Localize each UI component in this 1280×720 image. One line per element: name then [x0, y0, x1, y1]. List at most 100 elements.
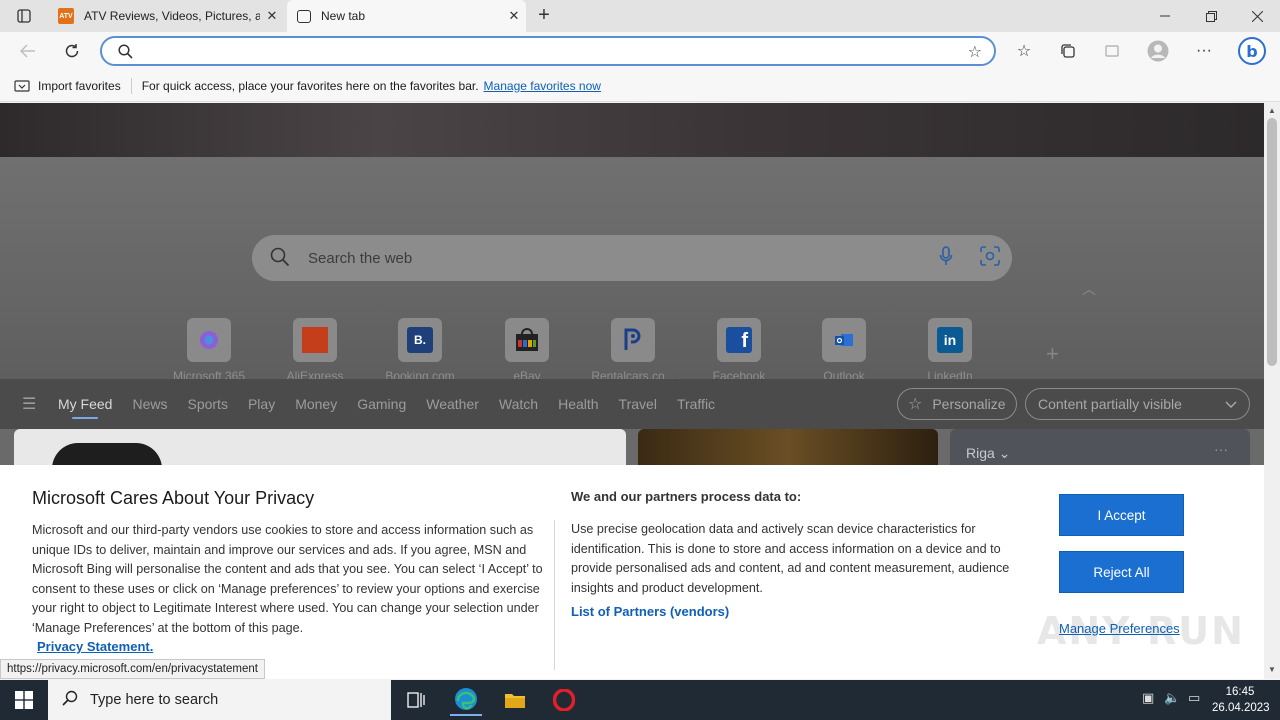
windows-taskbar: Type here to search ▣ 🔈 ▭ 16:45 26.04.20…	[0, 680, 1280, 720]
manage-preferences-link[interactable]: Manage Preferences	[1059, 621, 1180, 636]
clock-date: 26.04.2023	[1212, 702, 1270, 714]
scroll-down-icon[interactable]: ▼	[1264, 665, 1280, 674]
search-icon	[270, 247, 294, 270]
volume-icon[interactable]: 🔈	[1164, 690, 1180, 706]
taskbar-search-placeholder: Type here to search	[90, 692, 219, 708]
feed-tab-travel[interactable]: Travel	[619, 396, 657, 412]
import-favorites-label: Import favorites	[38, 78, 121, 93]
web-search-placeholder: Search the web	[308, 249, 413, 267]
booking-icon: B.	[398, 318, 442, 362]
feed-tab-play[interactable]: Play	[248, 396, 275, 412]
scroll-up-icon[interactable]: ▲	[1264, 106, 1280, 115]
bing-copilot-icon[interactable]: b	[1236, 37, 1268, 65]
new-tab-icon	[297, 9, 311, 23]
task-view-icon[interactable]	[400, 684, 432, 716]
divider	[554, 520, 555, 670]
accept-button[interactable]: I Accept	[1059, 494, 1184, 536]
restore-icon[interactable]	[1188, 0, 1234, 32]
quick-link-ebay[interactable]: eBay	[482, 318, 572, 383]
import-favorites-button[interactable]: Import favorites	[14, 79, 121, 93]
feed-card[interactable]	[638, 429, 938, 469]
feed-tab-gaming[interactable]: Gaming	[357, 396, 406, 412]
personalize-button[interactable]: ☆ Personalize	[897, 388, 1017, 420]
partners-heading: We and our partners process data to:	[571, 489, 802, 504]
feed-tab-traffic[interactable]: Traffic	[677, 396, 715, 412]
start-button[interactable]	[0, 680, 48, 720]
content-visibility-value: Content partially visible	[1038, 396, 1182, 412]
collapse-caret-icon[interactable]: ︿	[1082, 279, 1096, 299]
add-favorite-icon[interactable]: ☆	[968, 42, 982, 62]
feed-tab-money[interactable]: Money	[295, 396, 337, 412]
feed-tab-health[interactable]: Health	[558, 396, 598, 412]
feed-tab-news[interactable]: News	[132, 396, 167, 412]
outlook-icon	[822, 318, 866, 362]
weather-city[interactable]: Riga ⌄	[966, 445, 1010, 462]
quick-link-linkedin[interactable]: in LinkedIn	[905, 318, 995, 383]
back-arrow-icon[interactable]	[14, 37, 42, 65]
new-tab-plus-icon[interactable]: +	[532, 4, 556, 28]
feed-navigation: ☰ My Feed News Sports Play Money Gaming …	[0, 379, 1264, 429]
quick-link-microsoft365[interactable]: Microsoft 365	[164, 318, 254, 383]
more-options-icon[interactable]: ···	[1214, 441, 1228, 457]
browser-toolbar: ☆ ☆ ··· b	[0, 32, 1280, 70]
background-image	[0, 103, 1264, 157]
favorites-icon[interactable]: ☆	[1010, 37, 1038, 65]
microphone-icon[interactable]	[924, 245, 968, 271]
booking-glyph: B.	[407, 327, 433, 353]
hero-area: Search the web ︿ Microsoft 365 AliExpres…	[0, 157, 1264, 421]
web-search-box[interactable]: Search the web	[252, 235, 1012, 281]
network-icon[interactable]: ▭	[1188, 690, 1200, 706]
ebay-icon	[505, 318, 549, 362]
close-window-icon[interactable]	[1234, 0, 1280, 32]
hamburger-menu-icon[interactable]: ☰	[22, 394, 58, 414]
quick-link-aliexpress[interactable]: AliExpress	[270, 318, 360, 383]
feed-tab-sports[interactable]: Sports	[187, 396, 227, 412]
tab-title: New tab	[321, 9, 366, 23]
page-scrollbar[interactable]: ▲ ▼	[1264, 103, 1280, 679]
feed-card[interactable]	[14, 429, 626, 469]
manage-favorites-link[interactable]: Manage favorites now	[484, 79, 601, 93]
scroll-thumb[interactable]	[1267, 118, 1277, 366]
visual-search-icon[interactable]	[968, 245, 1012, 271]
partners-list-link[interactable]: List of Partners (vendors)	[571, 604, 729, 619]
minimize-icon[interactable]	[1142, 0, 1188, 32]
rentalcars-icon	[611, 318, 655, 362]
system-clock[interactable]: 16:45 26.04.2023	[1212, 684, 1270, 716]
tab-close-icon[interactable]: ✕	[502, 8, 526, 24]
status-bar-url: https://privacy.microsoft.com/en/privacy…	[0, 659, 265, 679]
refresh-icon[interactable]	[58, 37, 86, 65]
collections-icon[interactable]	[1054, 37, 1082, 65]
address-bar[interactable]: ☆	[100, 36, 996, 66]
weather-card[interactable]: Riga ⌄ ···	[950, 429, 1250, 469]
add-quick-link-icon[interactable]: +	[1046, 341, 1059, 367]
profile-avatar-icon[interactable]	[1144, 37, 1172, 65]
personalize-sparkle-icon: ☆	[908, 396, 923, 413]
feed-tab-watch[interactable]: Watch	[499, 396, 538, 412]
feed-tab-my-feed[interactable]: My Feed	[58, 396, 112, 419]
privacy-title: Microsoft Cares About Your Privacy	[32, 488, 315, 508]
favorites-bar: Import favorites For quick access, place…	[0, 70, 1280, 102]
tab-close-icon[interactable]: ✕	[260, 8, 284, 24]
content-visibility-dropdown[interactable]: Content partially visible	[1025, 388, 1250, 420]
quick-link-rentalcars[interactable]: Rentalcars.co...	[588, 318, 678, 383]
file-explorer-icon[interactable]	[499, 684, 531, 716]
import-favorites-icon	[14, 79, 30, 92]
extensions-icon[interactable]	[1098, 37, 1126, 65]
tab-new-tab[interactable]: New tab ✕	[287, 0, 526, 32]
feed-tab-weather[interactable]: Weather	[426, 396, 479, 412]
quick-link-outlook[interactable]: Outlook	[799, 318, 889, 383]
tab-actions-icon[interactable]	[2, 0, 46, 32]
quick-link-facebook[interactable]: f Facebook	[694, 318, 784, 383]
more-options-icon[interactable]: ···	[1190, 37, 1218, 65]
personalize-label: Personalize	[932, 396, 1006, 412]
tab-atv-reviews[interactable]: ATV ATV Reviews, Videos, Pictures, and ✕	[48, 0, 284, 32]
meet-now-icon[interactable]: ▣	[1142, 690, 1154, 706]
opera-icon[interactable]	[548, 684, 580, 716]
reject-all-button[interactable]: Reject All	[1059, 551, 1184, 593]
edge-taskbar-icon[interactable]	[450, 684, 482, 716]
tab-strip: ATV ATV Reviews, Videos, Pictures, and ✕…	[0, 0, 1280, 32]
search-icon	[118, 44, 133, 62]
quick-link-booking[interactable]: B. Booking.com	[375, 318, 465, 383]
taskbar-search-box[interactable]: Type here to search	[48, 680, 391, 720]
privacy-statement-link[interactable]: Privacy Statement.	[37, 639, 153, 654]
